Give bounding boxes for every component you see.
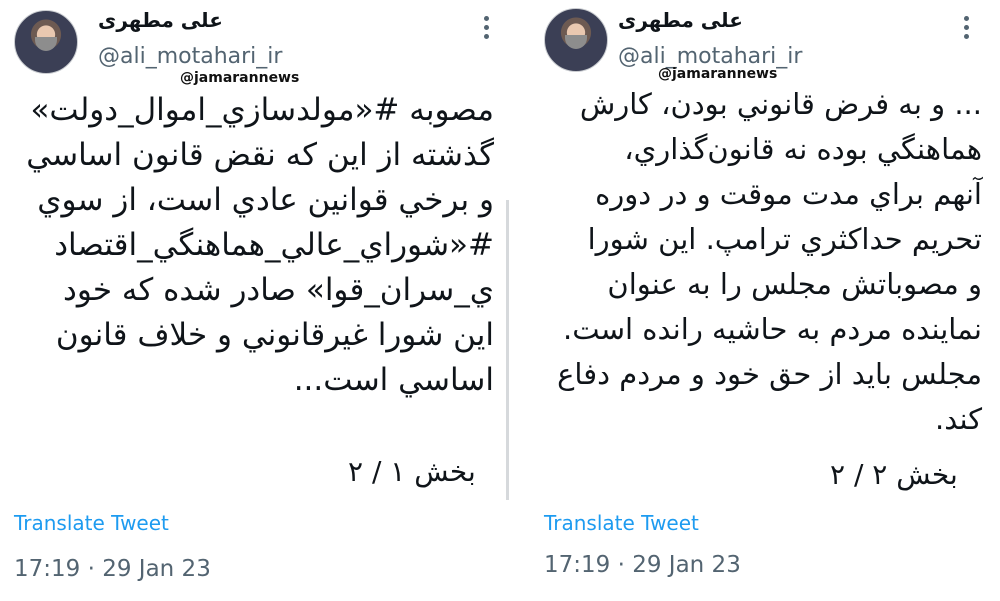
watermark: @jamarannews [658,66,778,82]
image-divider [500,0,530,601]
translate-tweet-link[interactable]: Translate Tweet [14,511,169,535]
tweet-text: مصوبه #«مولدسازي_اموال_دولت» گذشته از اي… [26,92,494,398]
tweet-timestamp[interactable]: 17:19 · 29 Jan 23 [14,556,211,582]
more-options-icon[interactable] [964,16,970,43]
avatar[interactable] [14,10,78,74]
tweet-text: ... و به فرض قانوني بودن، كارش هماهنگي ب… [557,87,982,436]
display-name[interactable]: علی مطهری [98,8,223,32]
more-options-icon[interactable] [484,16,490,43]
tweet-card-part-1: علی مطهری @ali_motahari_ir @jamarannews … [0,0,500,601]
tweet-card-part-2: علی مطهری @ali_motahari_ir @jamarannews … [530,0,1000,601]
thread-part-label: بخش ۲ / ۲ [830,458,958,491]
user-handle[interactable]: @ali_motahari_ir [98,44,282,69]
translate-tweet-link[interactable]: Translate Tweet [544,511,699,535]
display-name[interactable]: علی مطهری [618,8,743,32]
tweet-timestamp[interactable]: 17:19 · 29 Jan 23 [544,552,741,578]
watermark: @jamarannews [180,70,300,86]
avatar[interactable] [544,8,608,72]
thread-part-label: بخش ۱ / ۲ [348,455,476,488]
